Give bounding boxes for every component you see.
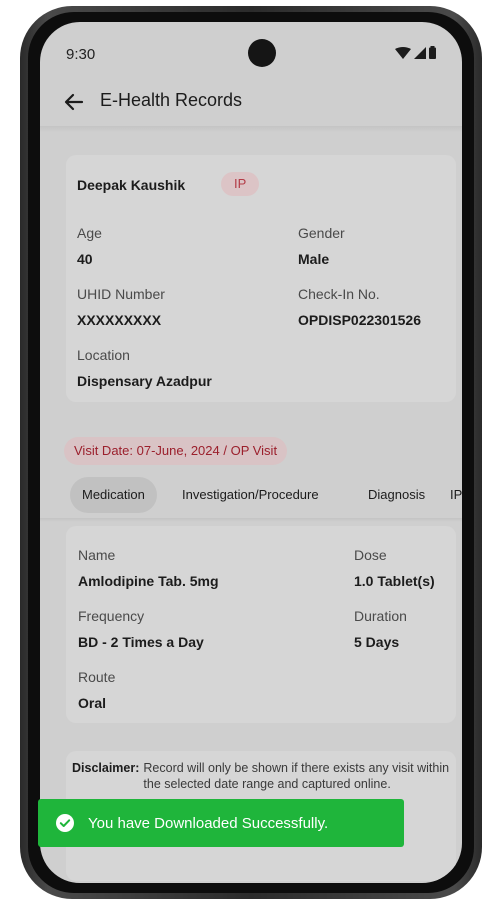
front-camera (248, 39, 276, 67)
med-name-value: Amlodipine Tab. 5mg (78, 573, 219, 589)
med-name-label: Name (78, 547, 116, 563)
back-arrow-icon[interactable] (62, 90, 86, 114)
patient-type-badge: IP (221, 172, 260, 196)
gender-value: Male (298, 251, 330, 267)
patient-info-card: Deepak Kaushik IP Age 40 Gender Male UHI… (66, 155, 456, 402)
visit-date-chip: Visit Date: 07-June, 2024 / OP Visit (64, 437, 288, 465)
dose-value: 1.0 Tablet(s) (354, 573, 435, 589)
tab-medication[interactable]: Medication (70, 477, 157, 513)
app-bar: E-Health Records (40, 80, 462, 124)
tab-ipd[interactable]: IPD (450, 477, 462, 513)
record-tabs: Medication Investigation/Procedure Diagn… (40, 471, 462, 515)
phone-frame: 9:30 E-Health Records Deepak Kaushik IP … (20, 6, 482, 899)
dose-label: Dose (354, 547, 387, 563)
age-value: 40 (77, 251, 93, 267)
disclaimer-text: Record will only be shown if there exist… (143, 761, 450, 791)
status-bar: 9:30 (40, 22, 462, 82)
status-icons (395, 46, 436, 59)
tabs-divider (40, 518, 462, 522)
tab-investigation-procedure[interactable]: Investigation/Procedure (182, 477, 319, 513)
download-success-toast: You have Downloaded Successfully. (38, 799, 404, 847)
route-label: Route (78, 669, 116, 685)
age-label: Age (77, 225, 102, 241)
phone-bezel: 9:30 E-Health Records Deepak Kaushik IP … (28, 12, 474, 893)
duration-value: 5 Days (354, 634, 400, 650)
screen: 9:30 E-Health Records Deepak Kaushik IP … (40, 22, 462, 883)
tab-diagnosis[interactable]: Diagnosis (368, 477, 425, 513)
gender-label: Gender (298, 225, 345, 241)
wifi-icon (395, 46, 411, 59)
uhid-label: UHID Number (77, 286, 165, 302)
disclaimer: Disclaimer: Record will only be shown if… (72, 760, 452, 792)
medication-card: Name Amlodipine Tab. 5mg Dose 1.0 Tablet… (66, 526, 456, 723)
app-bar-divider (40, 126, 462, 132)
patient-name: Deepak Kaushik (77, 177, 186, 193)
location-value: Dispensary Azadpur (77, 373, 212, 389)
status-time: 9:30 (66, 46, 96, 63)
route-value: Oral (78, 695, 107, 711)
duration-label: Duration (354, 608, 407, 624)
page-title: E-Health Records (100, 90, 243, 110)
frequency-label: Frequency (78, 608, 145, 624)
disclaimer-label: Disclaimer: (72, 761, 140, 775)
frequency-value: BD - 2 Times a Day (78, 634, 204, 650)
uhid-value: XXXXXXXXX (77, 312, 162, 328)
signal-icon (414, 46, 426, 59)
battery-icon (429, 46, 436, 59)
checkin-label: Check-In No. (298, 286, 380, 302)
check-circle-icon (56, 814, 74, 832)
location-label: Location (77, 347, 130, 363)
checkin-value: OPDISP022301526 (298, 312, 421, 328)
toast-message: You have Downloaded Successfully. (88, 814, 329, 832)
